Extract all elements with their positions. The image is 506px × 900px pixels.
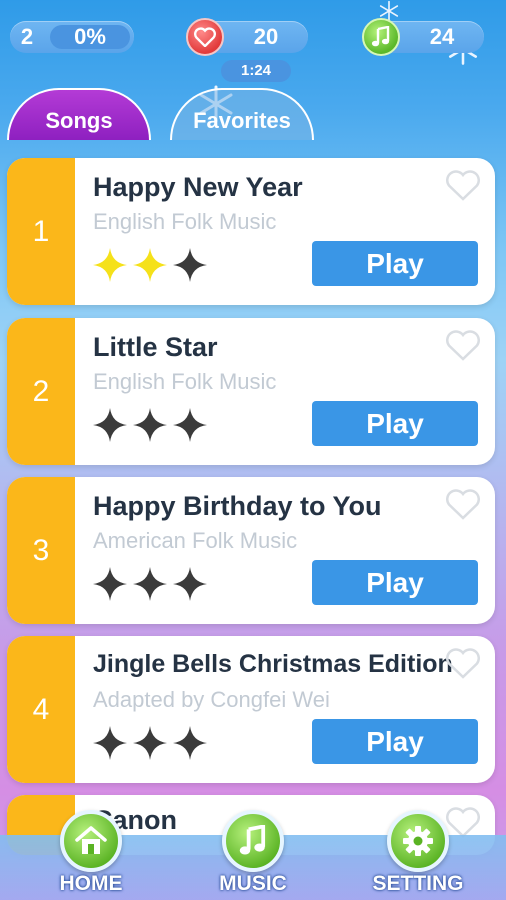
home-icon [60,810,122,872]
music-note-icon [362,18,400,56]
star-rating [91,565,209,605]
song-subtitle: Adapted by Congfei Wei [93,687,330,712]
level-progress: 2 0% [10,21,134,53]
star-rating [91,246,209,286]
notes-counter[interactable]: 24 [362,18,484,56]
favorite-heart-icon[interactable] [445,648,481,680]
nav-home-label: HOME [59,872,123,895]
lives-counter[interactable]: 20 [186,18,308,56]
favorite-heart-icon[interactable] [445,170,481,202]
song-subtitle: English Folk Music [93,209,277,234]
song-card: 1 Happy New Year English Folk Music Play [7,158,495,305]
favorite-heart-icon[interactable] [445,330,481,362]
level-number: 2 [20,24,34,49]
play-button[interactable]: Play [312,560,478,605]
gear-icon [387,810,449,872]
tab-favorites[interactable]: Favorites [170,88,314,140]
star-empty-icon [173,726,207,760]
nav-setting[interactable]: SETTING [363,810,473,900]
lives-value: 20 [253,24,279,49]
star-empty-icon [133,726,167,760]
music-icon [222,810,284,872]
song-title: Jingle Bells Christmas Edition [93,650,453,678]
nav-home[interactable]: HOME [36,810,146,900]
song-subtitle: English Folk Music [93,369,277,394]
star-rating [91,406,209,446]
song-rank: 1 [7,158,75,305]
star-empty-icon [173,567,207,601]
song-card: 4 Jingle Bells Christmas Edition Adapted… [7,636,495,783]
song-title: Happy Birthday to You [93,491,382,521]
nav-setting-label: SETTING [372,872,464,895]
lives-timer: 1:24 [221,60,291,82]
star-empty-icon [93,726,127,760]
star-rating [91,724,209,764]
favorite-heart-icon[interactable] [445,489,481,521]
song-title: Little Star [93,332,218,362]
play-button[interactable]: Play [312,241,478,286]
heart-icon [186,18,224,56]
star-filled-icon [93,248,127,282]
play-button[interactable]: Play [312,401,478,446]
song-subtitle: American Folk Music [93,528,298,553]
notes-value: 24 [429,24,455,49]
song-title: Happy New Year [93,172,303,202]
song-card: 2 Little Star English Folk Music Play [7,318,495,465]
star-empty-icon [173,248,207,282]
star-empty-icon [93,408,127,442]
tab-songs[interactable]: Songs [7,88,151,140]
play-button[interactable]: Play [312,719,478,764]
star-filled-icon [133,248,167,282]
nav-music-label: MUSIC [219,872,287,895]
song-rank: 3 [7,477,75,624]
song-card: 3 Happy Birthday to You American Folk Mu… [7,477,495,624]
star-empty-icon [93,567,127,601]
star-empty-icon [173,408,207,442]
song-rank: 2 [7,318,75,465]
progress-percent: 0% [50,25,130,49]
song-rank: 4 [7,636,75,783]
star-empty-icon [133,408,167,442]
nav-music[interactable]: MUSIC [198,810,308,900]
star-empty-icon [133,567,167,601]
